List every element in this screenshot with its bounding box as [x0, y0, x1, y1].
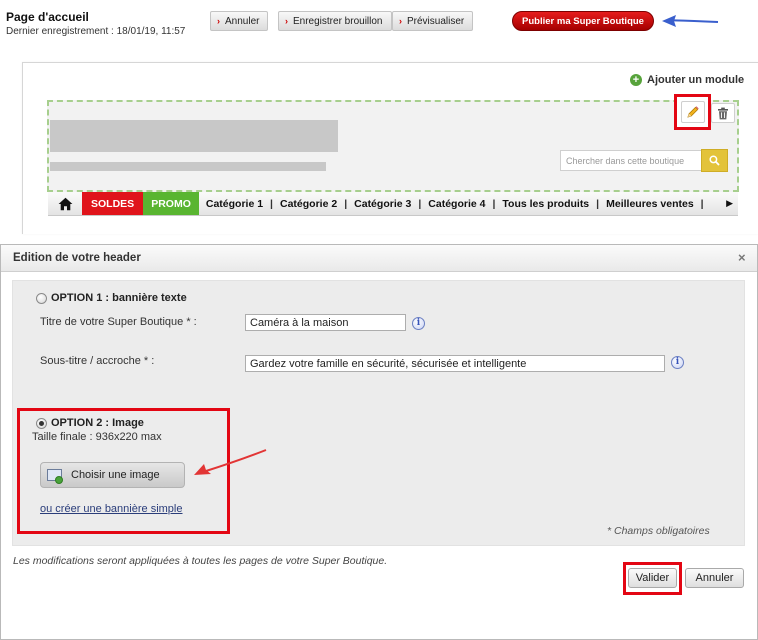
info-icon[interactable]: i — [412, 317, 425, 330]
add-module-label: Ajouter un module — [647, 74, 745, 86]
subtitle-input[interactable]: Gardez votre famille en sécurité, sécuri… — [245, 355, 665, 372]
banner-title-placeholder — [50, 120, 338, 152]
nav-best-sellers[interactable]: Meilleures ventes — [599, 192, 701, 215]
changes-applied-note: Les modifications seront appliquées à to… — [13, 555, 388, 567]
create-simple-banner-link[interactable]: ou créer une bannière simple — [40, 503, 182, 515]
required-fields-note: * Champs obligatoires — [607, 525, 710, 537]
preview-button[interactable]: › Prévisualiser — [392, 11, 474, 31]
page-title: Page d'accueil — [6, 10, 89, 24]
close-icon[interactable]: × — [738, 250, 746, 265]
image-size-hint: Taille finale : 936x220 max — [32, 431, 162, 443]
choose-image-button[interactable]: Choisir une image — [40, 462, 185, 488]
option1-radio[interactable] — [36, 293, 47, 304]
choose-image-label: Choisir une image — [71, 469, 160, 481]
plus-circle-icon: + — [630, 74, 642, 86]
last-saved-text: Dernier enregistrement : 18/01/19, 11:57 — [6, 26, 186, 37]
shop-search-input[interactable]: Chercher dans cette boutique — [560, 150, 702, 171]
home-icon — [58, 197, 72, 210]
nav-promo[interactable]: PROMO — [143, 192, 199, 215]
trash-icon — [718, 107, 728, 119]
nav-all-products[interactable]: Tous les produits — [495, 192, 596, 215]
nav-separator: | — [700, 197, 704, 210]
save-draft-button-label: Enregistrer brouillon — [293, 15, 383, 27]
cancel-button-label: Annuler — [225, 15, 260, 27]
publish-button[interactable]: Publier ma Super Boutique — [512, 11, 654, 31]
banner-subtitle-placeholder — [50, 162, 326, 171]
shop-navbar: SOLDES PROMO Catégorie 1 | Catégorie 2 |… — [48, 192, 738, 216]
add-module-link[interactable]: + Ajouter un module — [630, 74, 744, 86]
option2-label: OPTION 2 : Image — [51, 417, 144, 429]
nav-category-3[interactable]: Catégorie 3 — [347, 192, 418, 215]
option2-radio[interactable] — [36, 418, 47, 429]
nav-category-1[interactable]: Catégorie 1 — [199, 192, 270, 215]
shop-search-button[interactable] — [701, 149, 728, 172]
preview-button-label: Prévisualiser — [407, 15, 465, 27]
nav-soldes[interactable]: SOLDES — [82, 192, 144, 215]
edit-header-button[interactable] — [681, 101, 705, 123]
shop-title-label: Titre de votre Super Boutique * : — [40, 316, 197, 328]
delete-module-button[interactable] — [711, 103, 735, 123]
chevron-right-icon: › — [217, 16, 220, 26]
option1-label: OPTION 1 : bannière texte — [51, 292, 187, 304]
nav-category-4[interactable]: Catégorie 4 — [421, 192, 492, 215]
search-icon — [709, 155, 720, 166]
info-icon[interactable]: i — [671, 356, 684, 369]
save-draft-button[interactable]: › Enregistrer brouillon — [278, 11, 392, 31]
nav-category-2[interactable]: Catégorie 2 — [273, 192, 344, 215]
nav-more-arrow-icon[interactable]: ▶ — [721, 192, 738, 215]
dialog-title: Edition de votre header — [13, 252, 141, 264]
cancel-button[interactable]: › Annuler — [210, 11, 269, 31]
add-image-icon — [47, 469, 63, 484]
pencil-icon — [687, 106, 699, 118]
subtitle-label: Sous-titre / accroche * : — [40, 355, 155, 367]
dialog-cancel-button[interactable]: Annuler — [685, 568, 744, 588]
annotation-arrow-icon — [662, 15, 719, 27]
chevron-right-icon: › — [285, 16, 288, 26]
home-nav-button[interactable] — [48, 192, 82, 215]
validate-button[interactable]: Valider — [628, 568, 677, 588]
annotation-arrow-icon — [194, 449, 267, 475]
shop-title-input[interactable]: Caméra à la maison — [245, 314, 406, 331]
chevron-right-icon: › — [399, 16, 402, 26]
